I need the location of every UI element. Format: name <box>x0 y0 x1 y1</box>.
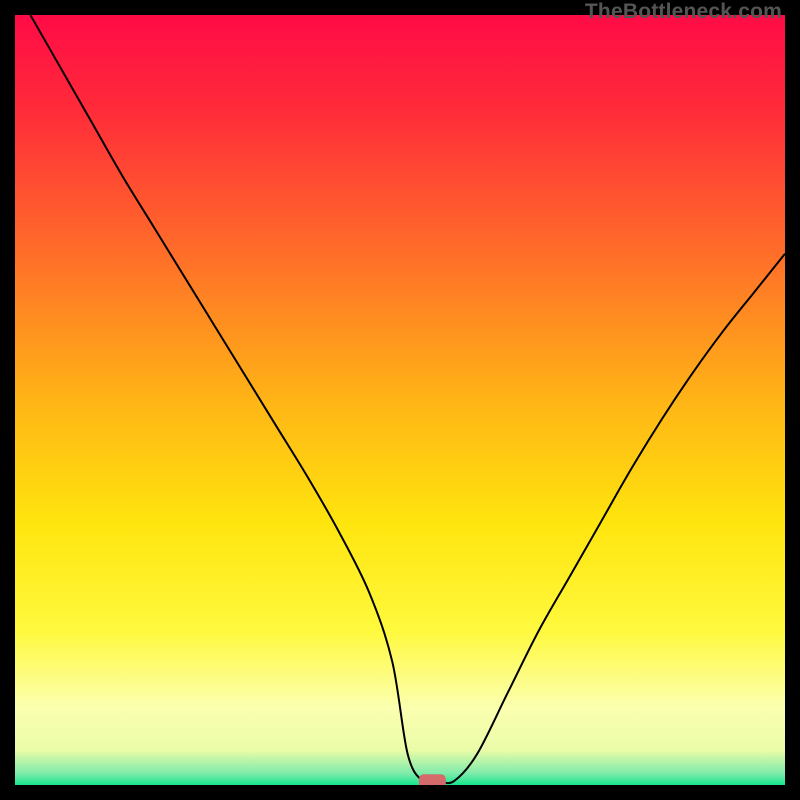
chart-svg <box>15 15 785 785</box>
watermark-text: TheBottleneck.com <box>585 0 782 24</box>
chart-background <box>15 15 785 785</box>
optimal-marker <box>419 774 446 785</box>
